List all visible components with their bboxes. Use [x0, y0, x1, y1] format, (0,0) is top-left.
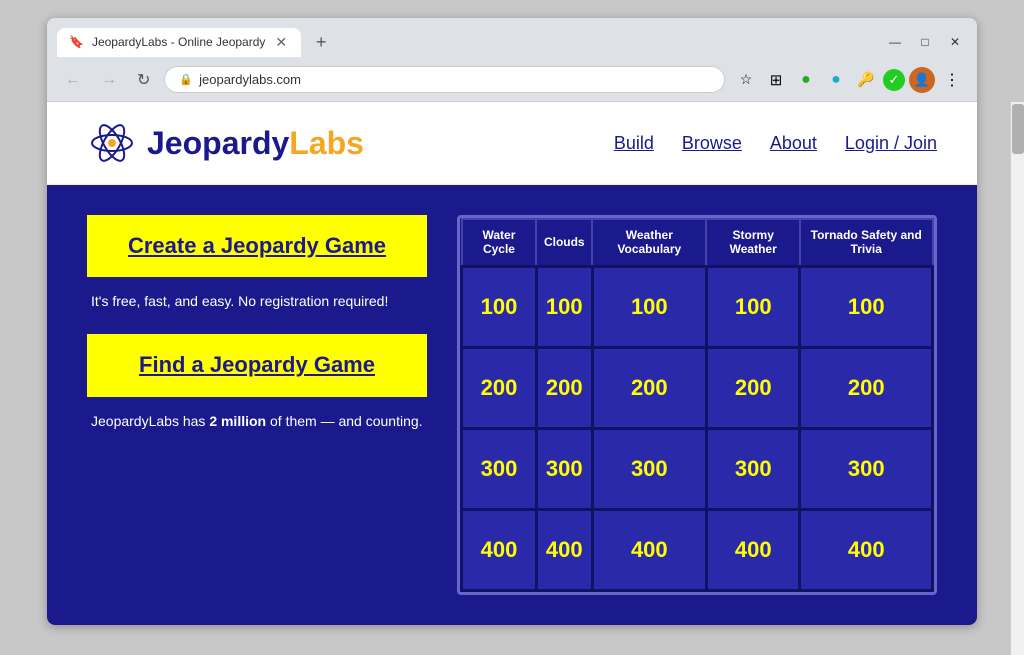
- find-desc-prefix: JeopardyLabs has: [91, 413, 209, 429]
- board-cell[interactable]: 300: [536, 428, 592, 509]
- minimize-button[interactable]: —: [883, 30, 907, 54]
- logo-icon: [87, 118, 137, 168]
- board-row: 100100100100100: [462, 266, 933, 347]
- left-panel: Create a Jeopardy Game It's free, fast, …: [87, 215, 427, 595]
- board-cell[interactable]: 200: [800, 347, 933, 428]
- star-icon[interactable]: ☆: [733, 67, 759, 93]
- main-nav: Build Browse About Login / Join: [614, 133, 937, 154]
- back-button[interactable]: ←: [59, 67, 87, 93]
- board-cell[interactable]: 100: [706, 266, 799, 347]
- create-game-desc: It's free, fast, and easy. No registrati…: [87, 291, 427, 312]
- board-cell[interactable]: 400: [462, 509, 537, 590]
- board-cell[interactable]: 100: [800, 266, 933, 347]
- find-game-desc: JeopardyLabs has 2 million of them — and…: [87, 411, 427, 432]
- url-bar[interactable]: 🔒 jeopardylabs.com: [164, 66, 725, 93]
- nav-login[interactable]: Login / Join: [845, 133, 937, 154]
- board-column-header: Stormy Weather: [706, 219, 799, 266]
- extension-icon-2[interactable]: ●: [793, 67, 819, 93]
- close-button[interactable]: ✕: [943, 30, 967, 54]
- refresh-button[interactable]: ↻: [131, 66, 156, 94]
- board-cell[interactable]: 100: [592, 266, 706, 347]
- board-cell[interactable]: 100: [462, 266, 537, 347]
- board-cell[interactable]: 200: [536, 347, 592, 428]
- board-column-header: Water Cycle: [462, 219, 537, 266]
- board-cell[interactable]: 200: [462, 347, 537, 428]
- extension-icon-3[interactable]: ●: [823, 67, 849, 93]
- logo-jeopardy: Jeopardy: [147, 125, 289, 161]
- board-cell[interactable]: 400: [800, 509, 933, 590]
- forward-button[interactable]: →: [95, 67, 123, 93]
- profile-icon[interactable]: 👤: [909, 67, 935, 93]
- logo-area: JeopardyLabs: [87, 118, 614, 168]
- board-row: 400400400400400: [462, 509, 933, 590]
- board-column-header: Clouds: [536, 219, 592, 266]
- new-tab-button[interactable]: +: [307, 28, 335, 56]
- board-row: 300300300300300: [462, 428, 933, 509]
- board-cell[interactable]: 400: [706, 509, 799, 590]
- create-game-button[interactable]: Create a Jeopardy Game: [87, 215, 427, 277]
- extension-icon-5[interactable]: ✓: [883, 69, 905, 91]
- board-cell[interactable]: 200: [592, 347, 706, 428]
- board-row: 200200200200200: [462, 347, 933, 428]
- board-cell[interactable]: 300: [462, 428, 537, 509]
- menu-button[interactable]: ⋮: [939, 67, 965, 93]
- main-content: Create a Jeopardy Game It's free, fast, …: [47, 185, 977, 625]
- board-cell[interactable]: 400: [536, 509, 592, 590]
- tab-title: JeopardyLabs - Online Jeopardy: [92, 35, 265, 49]
- board-cell[interactable]: 300: [592, 428, 706, 509]
- find-desc-bold: 2 million: [209, 413, 266, 429]
- site-header: JeopardyLabs Build Browse About Login / …: [47, 102, 977, 185]
- url-text: jeopardylabs.com: [199, 72, 301, 87]
- extension-icon-1[interactable]: ⊞: [763, 67, 789, 93]
- maximize-button[interactable]: □: [913, 30, 937, 54]
- find-game-button[interactable]: Find a Jeopardy Game: [87, 334, 427, 396]
- nav-build[interactable]: Build: [614, 133, 654, 154]
- active-tab[interactable]: 🔖 JeopardyLabs - Online Jeopardy ✕: [57, 28, 301, 57]
- board-cell[interactable]: 300: [800, 428, 933, 509]
- board-column-header: Weather Vocabulary: [592, 219, 706, 266]
- nav-about[interactable]: About: [770, 133, 817, 154]
- extension-icon-4[interactable]: 🔑: [853, 67, 879, 93]
- tab-close-btn[interactable]: ✕: [273, 34, 289, 51]
- board-cell[interactable]: 100: [536, 266, 592, 347]
- board-column-header: Tornado Safety and Trivia: [800, 219, 933, 266]
- tab-favicon: 🔖: [69, 35, 84, 49]
- logo-text: JeopardyLabs: [147, 125, 364, 162]
- find-desc-suffix: of them — and counting.: [266, 413, 422, 429]
- lock-icon: 🔒: [179, 73, 193, 86]
- logo-labs: Labs: [289, 125, 364, 161]
- jeopardy-board: Water CycleCloudsWeather VocabularyStorm…: [457, 215, 937, 595]
- board-cell[interactable]: 300: [706, 428, 799, 509]
- board-cell[interactable]: 200: [706, 347, 799, 428]
- board-cell[interactable]: 400: [592, 509, 706, 590]
- nav-browse[interactable]: Browse: [682, 133, 742, 154]
